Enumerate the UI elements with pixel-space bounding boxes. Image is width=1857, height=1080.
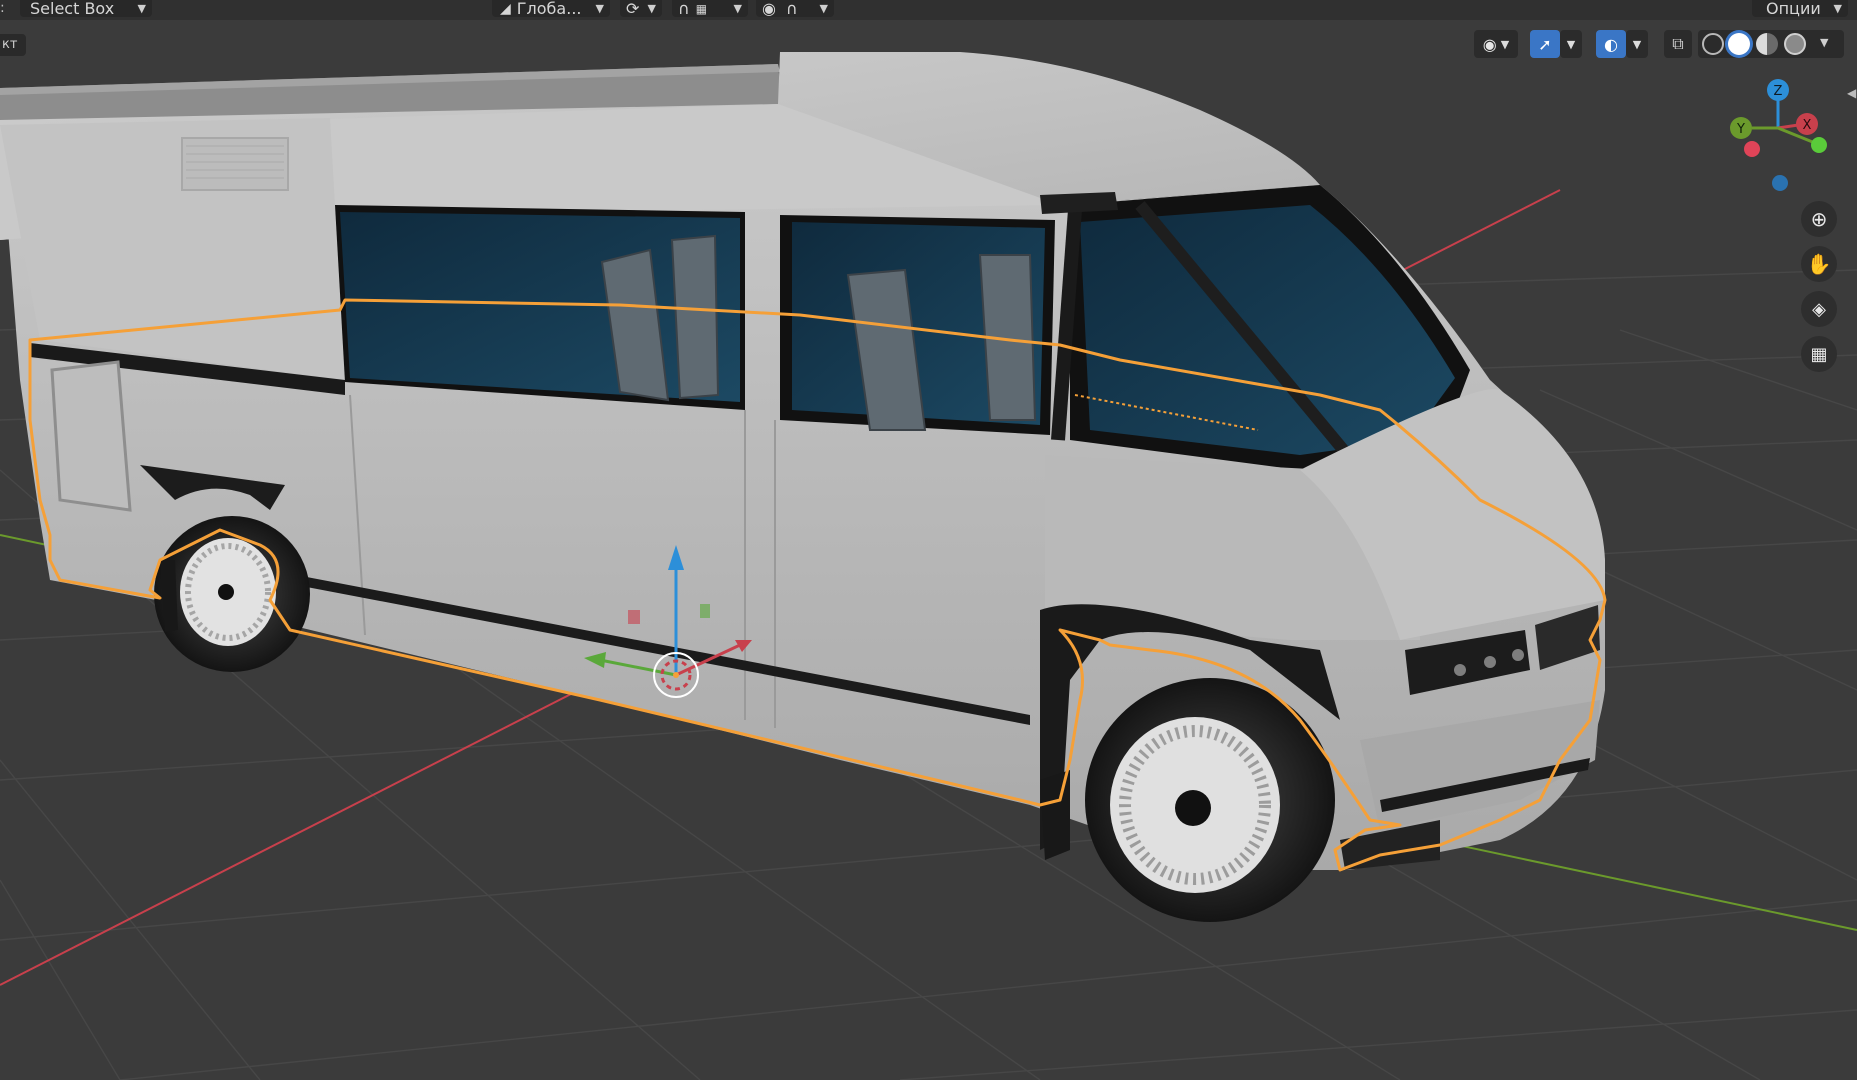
- camera-icon: ◈: [1812, 298, 1826, 320]
- material-shading-icon[interactable]: [1756, 33, 1778, 55]
- chevron-down-icon: ▼: [647, 2, 656, 15]
- orientation-dropdown[interactable]: ◢ Глоба... ▼: [492, 0, 610, 18]
- proportional-edit-icon: ◉: [762, 0, 776, 18]
- chevron-down-icon: ▼: [595, 2, 604, 15]
- pivot-dropdown[interactable]: ⟳ ▼: [620, 0, 662, 18]
- chevron-down-icon: ▼: [1632, 37, 1642, 51]
- hand-icon: ✋: [1806, 252, 1832, 276]
- options-dropdown[interactable]: Опции ▼: [1752, 0, 1848, 18]
- chevron-down-icon: ▼: [1833, 2, 1842, 15]
- chevron-down-icon[interactable]: ▼: [1820, 36, 1828, 49]
- chevron-down-icon: ▼: [1566, 37, 1576, 51]
- falloff-curve-icon: ∩: [785, 0, 798, 18]
- snap-dropdown[interactable]: ∩ ▦ ▼: [672, 0, 748, 18]
- overlay-toggle[interactable]: ◐: [1596, 30, 1626, 58]
- visibility-dropdown[interactable]: ◉ ▼: [1474, 30, 1518, 58]
- mode-tab[interactable]: кт: [0, 34, 26, 56]
- pan-button[interactable]: ✋: [1801, 246, 1837, 282]
- overlay-dropdown[interactable]: ▼: [1626, 30, 1648, 58]
- gizmo-y-label: Y: [1736, 122, 1745, 137]
- wireframe-shading-icon[interactable]: [1702, 33, 1724, 55]
- overlay-icon: ◐: [1604, 34, 1618, 54]
- edge-marker: :: [0, 0, 5, 16]
- gizmo-icon: ➚: [1538, 34, 1552, 54]
- chevron-down-icon: ▼: [137, 2, 146, 15]
- viewport-header: : Select Box ▼ ◢ Глоба... ▼ ⟳ ▼ ∩ ▦ ▼ ◉ …: [0, 0, 1857, 20]
- snap-magnet-icon: ∩: [678, 0, 690, 18]
- select-mode-label: Select Box: [30, 0, 115, 18]
- xray-toggle[interactable]: ⧉: [1664, 30, 1692, 58]
- perspective-toggle-button[interactable]: ▦: [1801, 336, 1837, 372]
- solid-shading-icon[interactable]: [1728, 33, 1750, 55]
- gizmo-dropdown[interactable]: ▼: [1560, 30, 1582, 58]
- zoom-button[interactable]: ⊕: [1801, 201, 1837, 237]
- 3d-viewport[interactable]: Z X Y : Select Box ▼ ◢ Глоба... ▼ ⟳ ▼ ∩ …: [0, 0, 1857, 1080]
- gizmo-z-label: Z: [1774, 84, 1783, 99]
- shading-mode-group: ▼: [1698, 30, 1844, 58]
- proportional-edit-dropdown[interactable]: ◉ ∩ ▼: [756, 0, 834, 18]
- orientation-label: Глоба...: [516, 0, 582, 18]
- chevron-down-icon: ▼: [819, 2, 828, 15]
- pivot-icon: ⟳: [626, 0, 640, 18]
- gizmo-toggle[interactable]: ➚: [1530, 30, 1560, 58]
- gizmo-x-label: X: [1803, 118, 1812, 133]
- eye-icon: ◉: [1482, 34, 1497, 54]
- grid-view-icon: ▦: [1810, 343, 1828, 365]
- van-model: [0, 52, 1605, 922]
- options-label: Опции: [1766, 0, 1821, 18]
- chevron-down-icon: ▼: [733, 2, 742, 15]
- xray-icon: ⧉: [1672, 34, 1684, 53]
- chevron-down-icon: ▼: [1500, 37, 1510, 51]
- rendered-shading-icon[interactable]: [1784, 33, 1806, 55]
- sidebar-toggle-arrow-icon[interactable]: ◀: [1847, 86, 1856, 100]
- camera-view-button[interactable]: ◈: [1801, 291, 1837, 327]
- navigation-gizmo: Z X Y: [1730, 79, 1827, 191]
- select-mode-dropdown[interactable]: Select Box ▼: [20, 0, 152, 18]
- scene-canvas[interactable]: Z X Y: [0, 0, 1857, 1080]
- orientation-icon: ◢: [500, 0, 511, 17]
- zoom-icon: ⊕: [1810, 207, 1828, 231]
- snap-increment-icon: ▦: [695, 1, 708, 16]
